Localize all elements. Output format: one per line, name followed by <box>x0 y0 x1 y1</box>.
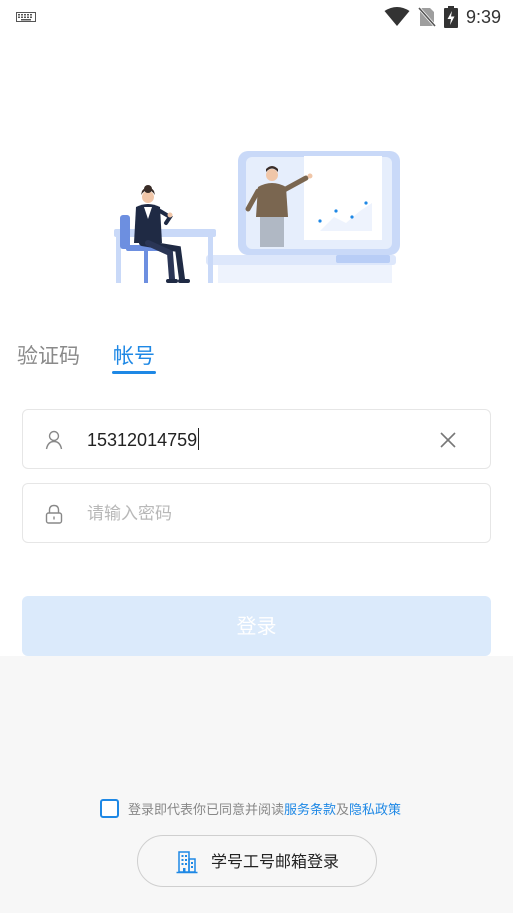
agreement-conjunction: 及 <box>336 802 350 818</box>
account-input[interactable]: 15312014759 <box>87 427 200 453</box>
status-icons: 9:39 <box>384 4 501 30</box>
terms-link[interactable]: 服务条款 <box>284 799 336 818</box>
hero-illustration <box>114 151 400 283</box>
password-field[interactable]: 请输入密码 <box>22 483 491 543</box>
no-sim-icon <box>417 7 436 27</box>
close-icon[interactable] <box>438 430 458 450</box>
account-value: 15312014759 <box>87 430 198 450</box>
login-button[interactable]: 登录 <box>22 596 491 656</box>
account-field[interactable]: 15312014759 <box>22 409 491 469</box>
agreement-text: 登录即代表你已同意并阅读 <box>128 802 285 818</box>
user-icon <box>45 430 63 450</box>
agreement-checkbox[interactable] <box>100 798 119 818</box>
keyboard-icon <box>16 12 36 22</box>
alt-login-button[interactable]: 学号工号邮箱登录 <box>137 835 377 887</box>
building-icon <box>176 851 198 874</box>
text-caret <box>198 428 200 450</box>
tab-verification-code[interactable]: 验证码 <box>17 340 80 370</box>
battery-charging-icon <box>443 6 458 28</box>
tab-account[interactable]: 帐号 <box>113 340 155 370</box>
agreement-row: 登录即代表你已同意并阅读 服务条款及隐私政策 <box>100 798 401 818</box>
status-bar: 9:39 <box>0 0 513 34</box>
active-tab-indicator <box>112 371 156 374</box>
clock: 9:39 <box>465 6 501 27</box>
lock-icon <box>45 504 63 524</box>
password-input[interactable]: 请输入密码 <box>87 501 172 527</box>
wifi-icon <box>384 7 410 26</box>
privacy-link[interactable]: 隐私政策 <box>349 799 401 818</box>
alt-login-label: 学号工号邮箱登录 <box>211 852 340 871</box>
